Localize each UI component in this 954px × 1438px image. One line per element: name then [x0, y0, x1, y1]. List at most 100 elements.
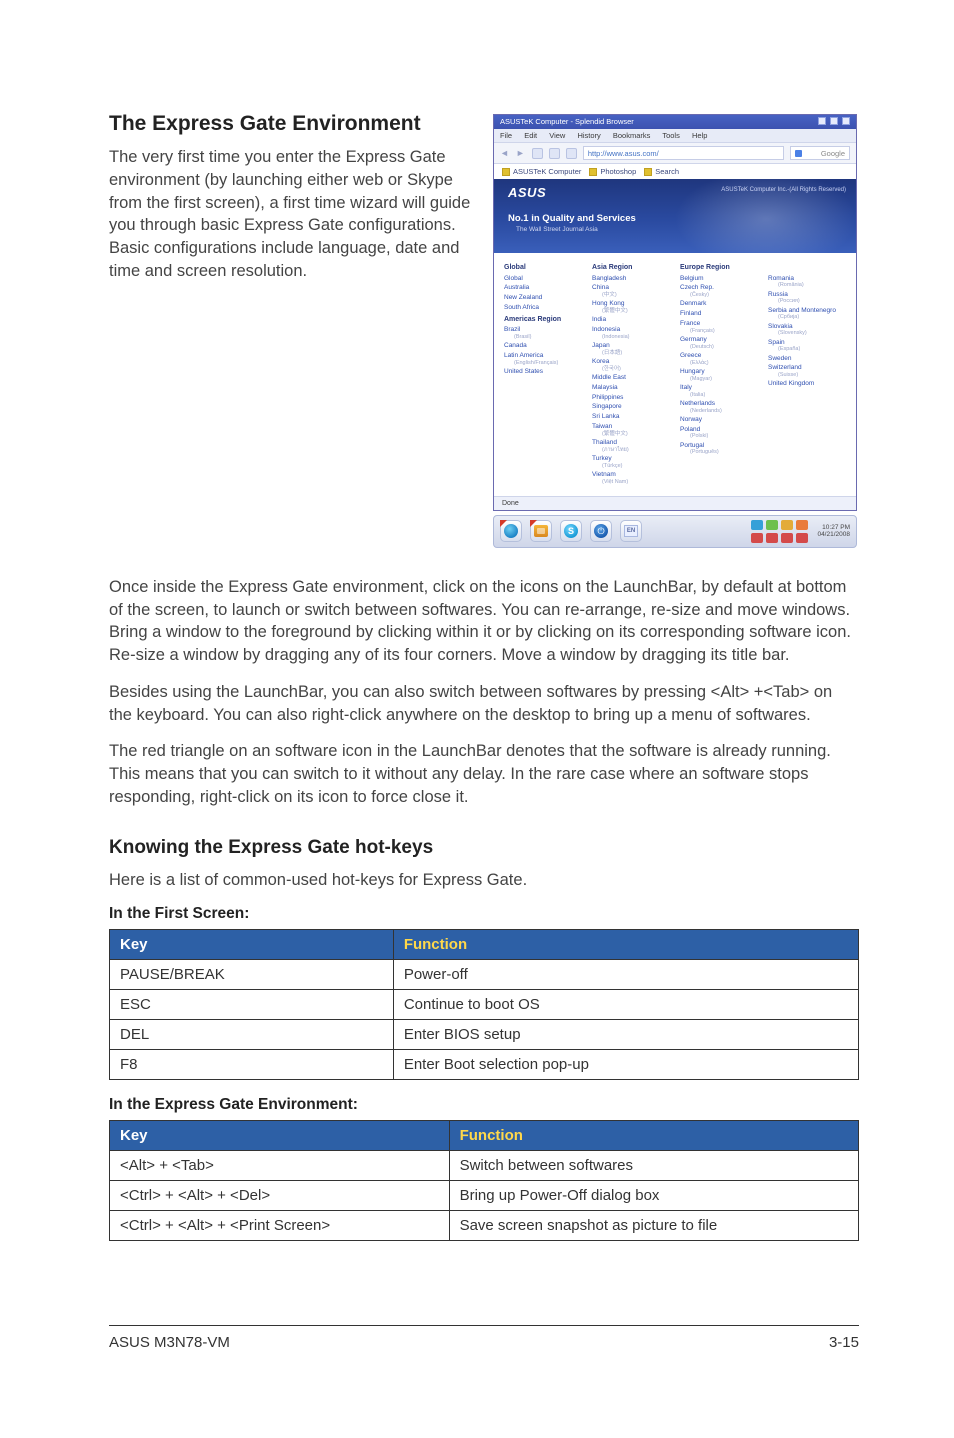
region-link[interactable]: New Zealand: [504, 293, 582, 303]
url-field[interactable]: http://www.asus.com/: [583, 146, 784, 160]
region-sub: (Việt Nam): [602, 478, 670, 486]
hero-subline: The Wall Street Journal Asia: [516, 226, 598, 233]
hero-headline: No.1 in Quality and Services: [508, 213, 636, 224]
table-row: <Ctrl> + <Alt> + <Del>Bring up Power-Off…: [110, 1181, 859, 1211]
region-sub: (한국어): [602, 365, 670, 373]
region-head-global: Global: [504, 263, 582, 274]
table1-caption: In the First Screen:: [109, 905, 859, 923]
cell-key: DEL: [110, 1020, 394, 1050]
menu-history[interactable]: History: [577, 131, 600, 140]
region-link[interactable]: Sri Lanka: [592, 412, 670, 422]
region-link[interactable]: Global: [504, 274, 582, 284]
col-function: Function: [449, 1121, 858, 1151]
nav-back-icon[interactable]: ◄: [500, 148, 510, 158]
skype-icon: [564, 524, 578, 538]
region-head-europe: Europe Region: [680, 263, 758, 274]
menu-view[interactable]: View: [549, 131, 565, 140]
region-sub: (Slovensky): [778, 329, 846, 337]
region-link[interactable]: Finland: [680, 309, 758, 319]
region-sub: (ภาษาไทย): [602, 446, 670, 454]
tray-icon[interactable]: [781, 520, 793, 530]
clock-time: 10:27 PM: [817, 524, 850, 531]
region-head-spacer: [768, 263, 846, 274]
region-sub: (中文): [602, 291, 670, 299]
region-sub: (English/Français): [514, 359, 582, 367]
tray-icon[interactable]: [796, 533, 808, 543]
eg-paragraph-1: Once inside the Express Gate environment…: [109, 576, 859, 667]
maximize-icon[interactable]: [830, 117, 838, 125]
region-sub: (日本語): [602, 349, 670, 357]
search-placeholder: Google: [821, 149, 845, 158]
footer-page-number: 3-15: [829, 1334, 859, 1351]
region-link[interactable]: Philippines: [592, 393, 670, 403]
menu-file[interactable]: File: [500, 131, 512, 140]
region-link[interactable]: South Africa: [504, 303, 582, 313]
region-sub: (Россия): [778, 297, 846, 305]
region-sub: (Português): [690, 448, 758, 456]
region-link[interactable]: United Kingdom: [768, 379, 846, 389]
tab-search[interactable]: Search: [644, 167, 679, 176]
col-key: Key: [110, 1121, 450, 1151]
menu-tools[interactable]: Tools: [662, 131, 680, 140]
cell-func: Bring up Power-Off dialog box: [449, 1181, 858, 1211]
tab-asustek[interactable]: ASUSTeK Computer: [502, 167, 581, 176]
minimize-icon[interactable]: [818, 117, 826, 125]
browser-menubar[interactable]: File Edit View History Bookmarks Tools H…: [494, 129, 856, 142]
region-link[interactable]: Middle East: [592, 373, 670, 383]
region-link[interactable]: Malaysia: [592, 383, 670, 393]
launchbar-power-button[interactable]: [590, 520, 612, 542]
region-link[interactable]: Australia: [504, 283, 582, 293]
region-link[interactable]: Sweden: [768, 354, 846, 364]
menu-edit[interactable]: Edit: [524, 131, 537, 140]
region-link[interactable]: Canada: [504, 341, 582, 351]
tray-icon[interactable]: [751, 533, 763, 543]
cell-func: Save screen snapshot as picture to file: [449, 1211, 858, 1241]
clock: 10:27 PM 04/21/2008: [817, 524, 850, 538]
region-link[interactable]: Norway: [680, 415, 758, 425]
launchbar-panel-button[interactable]: [530, 520, 552, 542]
region-link[interactable]: Belgium: [680, 274, 758, 284]
close-icon[interactable]: [842, 117, 850, 125]
region-link[interactable]: Bangladesh: [592, 274, 670, 284]
region-sub: (Ελλάς): [690, 359, 758, 367]
clock-date: 04/21/2008: [817, 531, 850, 538]
region-sub: (Türkçe): [602, 462, 670, 470]
section-heading-hotkeys: Knowing the Express Gate hot-keys: [109, 837, 859, 859]
cell-key: PAUSE/BREAK: [110, 960, 394, 990]
launchbar-language-button[interactable]: [620, 520, 642, 542]
tab-photoshop[interactable]: Photoshop: [589, 167, 636, 176]
region-sub: (Deutsch): [690, 343, 758, 351]
launchbar-skype-button[interactable]: [560, 520, 582, 542]
panel-icon: [534, 525, 548, 537]
region-sub: (繁體中文): [602, 307, 670, 315]
tray-icon[interactable]: [751, 520, 763, 530]
window-controls[interactable]: [816, 117, 850, 127]
region-link[interactable]: Singapore: [592, 402, 670, 412]
nav-forward-icon[interactable]: ►: [516, 148, 526, 158]
tray-icon[interactable]: [781, 533, 793, 543]
menu-bookmarks[interactable]: Bookmarks: [613, 131, 651, 140]
tab-favicon-icon: [644, 168, 652, 176]
region-link[interactable]: United States: [504, 367, 582, 377]
table-row: <Alt> + <Tab>Switch between softwares: [110, 1151, 859, 1181]
home-icon[interactable]: [566, 148, 577, 159]
system-tray[interactable]: [751, 520, 808, 543]
region-sub: (Česky): [690, 291, 758, 299]
region-sub: (Polski): [690, 432, 758, 440]
table2-caption: In the Express Gate Environment:: [109, 1096, 859, 1114]
search-field[interactable]: Google: [790, 146, 850, 160]
cell-key: F8: [110, 1050, 394, 1080]
launchbar-web-button[interactable]: [500, 520, 522, 542]
launchbar: 10:27 PM 04/21/2008: [493, 515, 857, 548]
tray-icon[interactable]: [796, 520, 808, 530]
tray-icon[interactable]: [766, 520, 778, 530]
tab-favicon-icon: [589, 168, 597, 176]
page-footer: ASUS M3N78-VM 3-15: [109, 1325, 859, 1351]
menu-help[interactable]: Help: [692, 131, 707, 140]
reload-icon[interactable]: [532, 148, 543, 159]
region-link[interactable]: Denmark: [680, 299, 758, 309]
region-link[interactable]: India: [592, 315, 670, 325]
stop-icon[interactable]: [549, 148, 560, 159]
tray-icon[interactable]: [766, 533, 778, 543]
hotkeys-intro: Here is a list of common-used hot-keys f…: [109, 869, 859, 892]
